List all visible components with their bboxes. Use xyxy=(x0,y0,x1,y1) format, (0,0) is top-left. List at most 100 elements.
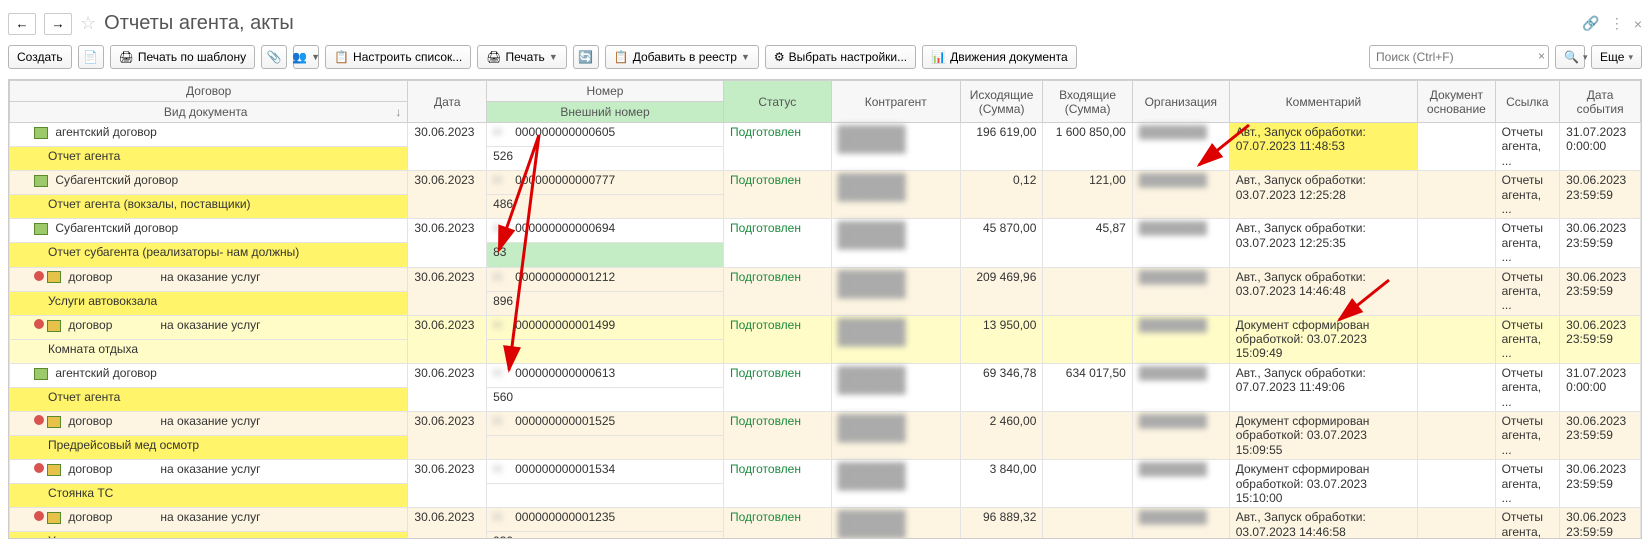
counterparty-cell: ████████████████ xyxy=(831,123,960,171)
col-ext-number[interactable]: Внешний номер xyxy=(487,102,724,123)
out-sum-cell: 2 460,00 xyxy=(960,412,1043,460)
col-number[interactable]: Номер xyxy=(487,81,724,102)
col-link[interactable]: Ссылка xyxy=(1495,81,1560,123)
number-cell: Н 000000000000777 xyxy=(487,171,724,195)
search-clear-icon[interactable]: × xyxy=(1538,49,1545,63)
contract-cell: Субагентский договор xyxy=(10,219,408,243)
nav-back-button[interactable]: ← xyxy=(8,13,36,35)
more-button[interactable]: Еще▾ xyxy=(1591,45,1642,69)
extnum-cell: 526 xyxy=(487,147,724,171)
contract-cell: договорна оказание услуг xyxy=(10,460,408,484)
in-sum-cell xyxy=(1043,460,1132,508)
table-row[interactable]: договорна оказание услуг30.06.2023Н 0000… xyxy=(10,267,1641,291)
in-sum-cell: 634 017,50 xyxy=(1043,363,1132,411)
add-to-registry-button[interactable]: 📋 Добавить в реестр▼ xyxy=(605,45,759,69)
basedoc-cell xyxy=(1418,363,1495,411)
date-cell: 30.06.2023 xyxy=(408,363,487,411)
number-cell: Н 000000000001212 xyxy=(487,267,724,291)
basedoc-cell xyxy=(1418,171,1495,219)
in-sum-cell: 45,87 xyxy=(1043,219,1132,267)
table-row[interactable]: договорна оказание услуг30.06.2023Н 0000… xyxy=(10,412,1641,436)
col-org[interactable]: Организация xyxy=(1132,81,1229,123)
link-cell: Отчеты агента, ... xyxy=(1495,363,1560,411)
star-icon[interactable]: ☆ xyxy=(80,13,96,34)
table-row[interactable]: агентский договор30.06.2023Н 00000000000… xyxy=(10,123,1641,147)
link-cell: Отчеты агента, ... xyxy=(1495,460,1560,508)
col-counterparty[interactable]: Контрагент xyxy=(831,81,960,123)
comment-cell: Документ сформирован обработкой: 03.07.2… xyxy=(1229,460,1417,508)
number-cell: Н 000000000001525 xyxy=(487,412,724,436)
table-row[interactable]: договорна оказание услуг30.06.2023Н 0000… xyxy=(10,508,1641,532)
out-sum-cell: 45 870,00 xyxy=(960,219,1043,267)
select-settings-button[interactable]: ⚙ Выбрать настройки... xyxy=(765,45,916,69)
comment-cell: Документ сформирован обработкой: 03.07.2… xyxy=(1229,412,1417,460)
col-status[interactable]: Статус xyxy=(723,81,831,123)
attach-button[interactable]: 📎 xyxy=(261,45,287,69)
col-comment[interactable]: Комментарий xyxy=(1229,81,1417,123)
create-button[interactable]: Создать xyxy=(8,45,72,69)
col-base-doc[interactable]: Документ основание xyxy=(1418,81,1495,123)
users-button[interactable]: 👥▼ xyxy=(293,45,319,69)
date-cell: 30.06.2023 xyxy=(408,412,487,460)
print-button[interactable]: 🖨 Печать▼ xyxy=(477,45,566,69)
doctype-cell: Комната отдыха xyxy=(10,339,408,363)
event-date-cell: 31.07.2023 0:00:00 xyxy=(1560,363,1641,411)
link-cell: Отчеты агента, ... xyxy=(1495,315,1560,363)
col-event-date[interactable]: Дата события xyxy=(1560,81,1641,123)
link-cell: Отчеты агента, ... xyxy=(1495,123,1560,171)
number-cell: Н 000000000001534 xyxy=(487,460,724,484)
copy-button[interactable]: 📄 xyxy=(78,45,104,69)
comment-cell: Авт., Запуск обработки: 03.07.2023 14:46… xyxy=(1229,267,1417,315)
status-cell: Подготовлен xyxy=(723,315,831,363)
col-in-sum[interactable]: Входящие (Сумма) xyxy=(1043,81,1132,123)
extnum-cell xyxy=(487,436,724,460)
date-cell: 30.06.2023 xyxy=(408,315,487,363)
doc-movements-button[interactable]: 📊 Движения документа xyxy=(922,45,1077,69)
table-row[interactable]: договорна оказание услуг30.06.2023Н 0000… xyxy=(10,315,1641,339)
doctype-cell: Стоянка ТС xyxy=(10,484,408,508)
in-sum-cell xyxy=(1043,508,1132,539)
org-cell: ████████ xyxy=(1132,412,1229,460)
close-icon[interactable]: × xyxy=(1634,16,1642,32)
contract-cell: агентский договор xyxy=(10,123,408,147)
out-sum-cell: 196 619,00 xyxy=(960,123,1043,171)
out-sum-cell: 96 889,32 xyxy=(960,508,1043,539)
search-button[interactable]: 🔍▾ xyxy=(1555,45,1585,69)
extnum-cell: 560 xyxy=(487,387,724,411)
status-cell: Подготовлен xyxy=(723,123,831,171)
basedoc-cell xyxy=(1418,412,1495,460)
refresh-button[interactable]: 🔄 xyxy=(573,45,599,69)
col-date[interactable]: Дата xyxy=(408,81,487,123)
nav-forward-button[interactable]: → xyxy=(44,13,72,35)
basedoc-cell xyxy=(1418,315,1495,363)
print-template-button[interactable]: 🖨 Печать по шаблону xyxy=(110,45,255,69)
table-row[interactable]: Субагентский договор30.06.2023Н 00000000… xyxy=(10,171,1641,195)
counterparty-cell: ████████████████ xyxy=(831,171,960,219)
in-sum-cell: 121,00 xyxy=(1043,171,1132,219)
comment-cell: Авт., Запуск обработки: 03.07.2023 12:25… xyxy=(1229,219,1417,267)
status-cell: Подготовлен xyxy=(723,363,831,411)
out-sum-cell: 0,12 xyxy=(960,171,1043,219)
col-contract[interactable]: Договор xyxy=(10,81,408,102)
search-input[interactable] xyxy=(1369,45,1549,69)
comment-cell: Авт., Запуск обработки: 03.07.2023 14:46… xyxy=(1229,508,1417,539)
configure-list-button[interactable]: 📋 Настроить список... xyxy=(325,45,471,69)
number-cell: Н 000000000000694 xyxy=(487,219,724,243)
date-cell: 30.06.2023 xyxy=(408,267,487,315)
doctype-cell: Отчет агента (вокзалы, поставщики) xyxy=(10,195,408,219)
basedoc-cell xyxy=(1418,219,1495,267)
event-date-cell: 30.06.2023 23:59:59 xyxy=(1560,219,1641,267)
table-row[interactable]: Субагентский договор30.06.2023Н 00000000… xyxy=(10,219,1641,243)
link-icon[interactable]: 🔗 xyxy=(1582,15,1599,32)
table-row[interactable]: агентский договор30.06.2023Н 00000000000… xyxy=(10,363,1641,387)
table-row[interactable]: договорна оказание услуг30.06.2023Н 0000… xyxy=(10,460,1641,484)
col-doc-type[interactable]: Вид документа ↓ xyxy=(10,102,408,123)
comment-cell: Документ сформирован обработкой: 03.07.2… xyxy=(1229,315,1417,363)
in-sum-cell: 1 600 850,00 xyxy=(1043,123,1132,171)
kebab-icon[interactable]: ⋮ xyxy=(1610,15,1624,32)
event-date-cell: 30.06.2023 23:59:59 xyxy=(1560,508,1641,539)
contract-cell: договорна оказание услуг xyxy=(10,315,408,339)
col-out-sum[interactable]: Исходящие (Сумма) xyxy=(960,81,1043,123)
data-table[interactable]: Договор Дата Номер Статус Контрагент Исх… xyxy=(8,79,1642,539)
status-cell: Подготовлен xyxy=(723,171,831,219)
